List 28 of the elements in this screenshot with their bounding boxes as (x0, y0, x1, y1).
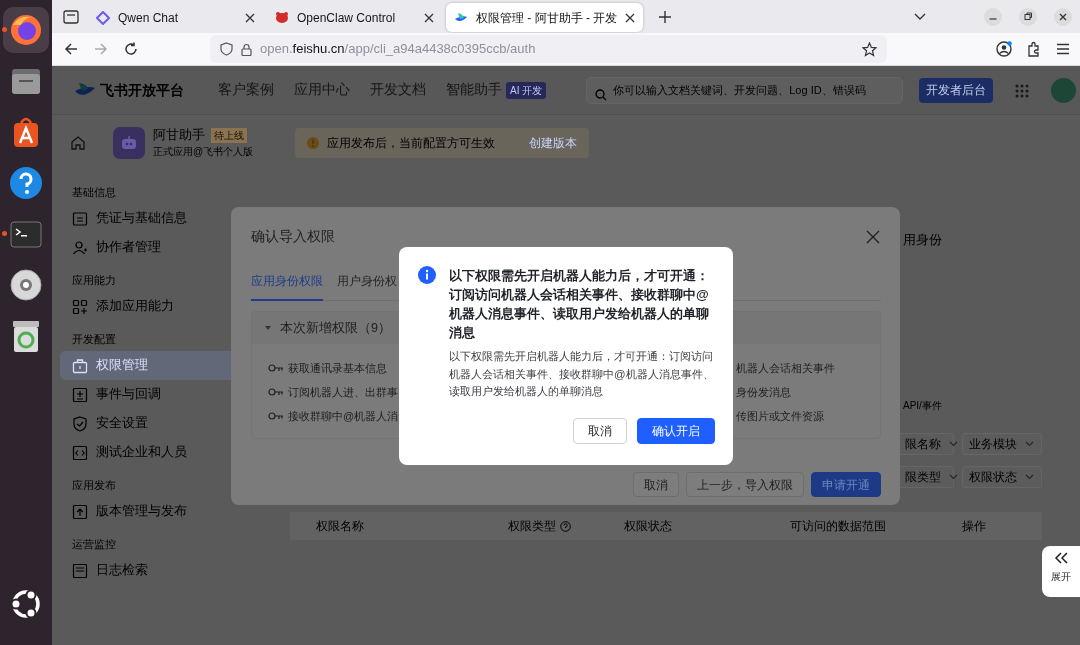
section-title: 应用发布 (72, 478, 116, 493)
column-header: 权限状态 (624, 518, 672, 535)
permission-name: 接收群聊中@机器人消 (288, 408, 399, 424)
section-title: 基础信息 (72, 185, 116, 200)
url-text: open.feishu.cn/app/cli_a94a4438c0395ccb/auth (260, 40, 536, 59)
notice-text: 应用发布后，当前配置方可生效 (327, 134, 496, 152)
label-text: 用身份 (903, 232, 943, 248)
permission-name: 身份发消息 (736, 384, 791, 400)
dialog-message: 以下权限需先开启机器人能力后，才可开通：订阅访问机器人会话相关事件、接收群聊中@机器人消息事件、读取用户发给机器人的单聊消息 (449, 349, 715, 399)
dialog-title: 确认导入权限 (251, 226, 335, 246)
column-header: 权限名称 (316, 518, 364, 535)
permission-name: 获取通讯录基本信息 (288, 360, 387, 376)
app-subtitle: 正式应用@飞书个人版 (153, 145, 254, 160)
column-header: 权限类型 (508, 518, 556, 535)
status-badge: 待上线 (211, 127, 247, 143)
dialog-title: 以下权限需先开启机器人能力后，才可开通：订阅访问机器人会话相关事件、接收群聊中@机器人消息事件、读取用户发给机器人的单聊消息 (449, 267, 710, 342)
column-header: 操作 (962, 518, 986, 535)
permission-name: 订阅机器人进、出群事 (288, 384, 398, 400)
brand-name: 飞书开放平台 (100, 80, 184, 100)
app-name: 阿甘助手 (153, 126, 205, 144)
column-header: 可访问的数据范围 (790, 518, 886, 535)
section-title: 运营监控 (72, 537, 116, 552)
section-title: 应用能力 (72, 273, 116, 288)
permission-name: 传图片或文件资源 (736, 408, 824, 424)
permission-name: 机器人会话相关事件 (736, 360, 835, 376)
label-text: API/事件 (903, 400, 943, 412)
ai-badge: AI 开发 (506, 81, 547, 99)
section-title: 开发配置 (72, 332, 116, 347)
